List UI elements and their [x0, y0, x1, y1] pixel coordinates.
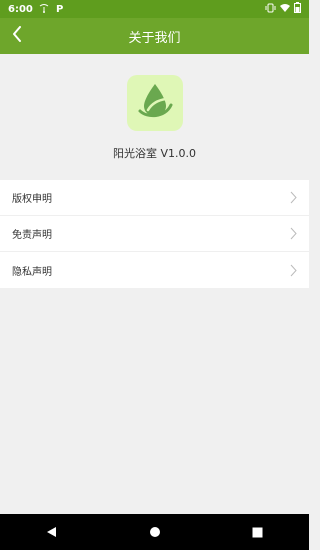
chevron-right-icon [289, 263, 297, 277]
page-title: 关于我们 [128, 30, 181, 46]
home-circle-icon [149, 523, 161, 542]
water-drop-leaf-icon [135, 81, 175, 125]
menu-item-label: 版权申明 [12, 194, 52, 205]
menu-item-label: 免责声明 [12, 230, 52, 241]
vibrate-icon [265, 3, 276, 16]
about-menu-list: 版权申明 免责声明 隐私声明 [0, 180, 309, 288]
recents-square-icon [252, 523, 263, 542]
system-nav-bar [0, 514, 309, 550]
nav-recents-button[interactable] [248, 522, 268, 542]
nav-home-button[interactable] [145, 522, 165, 542]
status-time: 6:00 [8, 3, 33, 15]
nav-back-button[interactable] [42, 522, 62, 542]
back-triangle-icon [46, 523, 57, 542]
chevron-right-icon [289, 227, 297, 241]
menu-item-label: 隐私声明 [12, 266, 52, 278]
app-logo [126, 75, 183, 131]
back-button[interactable] [6, 25, 28, 47]
parking-icon: P [55, 3, 65, 16]
cast-icon [39, 3, 49, 16]
menu-item-privacy[interactable]: 隐私声明 [0, 252, 309, 288]
menu-item-disclaimer[interactable]: 免责声明 [0, 216, 309, 252]
battery-icon [294, 2, 301, 16]
app-bar: 关于我们 [0, 18, 309, 54]
app-name-version: 阳光浴室 V1.0.0 [112, 147, 196, 160]
svg-text:P: P [56, 4, 63, 13]
about-header: 阳光浴室 V1.0.0 [0, 54, 309, 180]
chevron-right-icon [289, 191, 297, 205]
menu-item-copyright[interactable]: 版权申明 [0, 180, 309, 216]
status-bar: 6:00 P [0, 0, 309, 18]
wifi-icon [280, 3, 290, 16]
chevron-left-icon [12, 26, 22, 46]
